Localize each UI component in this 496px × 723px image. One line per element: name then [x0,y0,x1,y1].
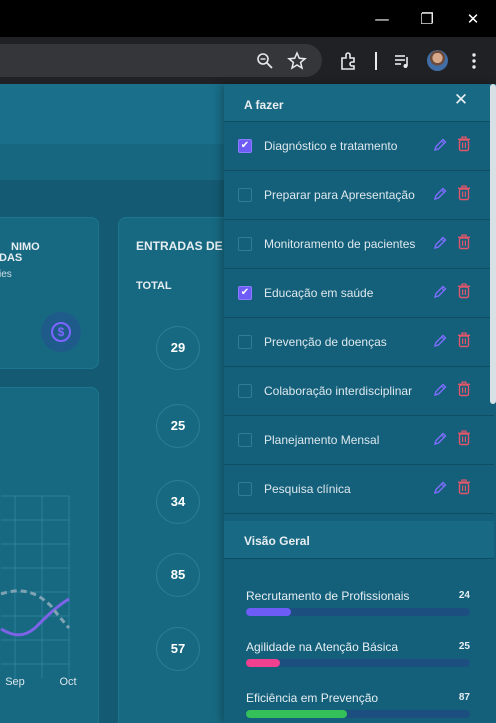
overview-header: Visão Geral [224,521,494,559]
task-item: Preparar para Apresentação [224,171,494,220]
edit-pencil-icon[interactable] [433,235,447,251]
edit-pencil-icon[interactable] [433,480,447,496]
task-label: Pesquisa clínica [264,482,351,496]
overview-title: Visão Geral [244,534,310,548]
entrada-value: 34 [156,480,200,524]
x-tick-oct: Oct [59,676,76,688]
overview-item: Agilidade na Atenção Básica 25 [246,640,470,680]
task-label: Colaboração interdisciplinar [264,384,413,398]
x-tick-sep: Sep [5,676,25,688]
overview-item: Eficiência em Prevenção 87 [246,691,470,723]
profile-avatar[interactable] [427,50,448,71]
overview-item-value: 25 [458,641,470,652]
minimize-icon[interactable]: — [371,8,393,30]
todo-panel: A fazer ✕ ✔ Diagnóstico e tratamento Prepa… [224,84,496,723]
overview-item: Recrutamento de Profissionais 24 [246,589,470,629]
edit-pencil-icon[interactable] [433,284,447,300]
entradas-total-label: TOTAL [136,280,172,292]
close-panel-icon[interactable]: ✕ [451,90,471,110]
delete-trash-icon[interactable] [457,136,471,152]
restore-icon[interactable]: ❐ [416,8,438,30]
chart-series-line [0,597,70,637]
zoom-icon[interactable] [255,51,275,71]
more-menu-icon[interactable] [464,51,484,71]
entrada-value: 57 [156,627,200,671]
task-checkbox[interactable]: ✔ [238,286,252,300]
progress-track [246,608,470,616]
task-checkbox[interactable] [238,335,252,349]
task-checkbox[interactable] [238,237,252,251]
entrada-value: 29 [156,326,200,370]
edit-pencil-icon[interactable] [433,382,447,398]
task-checkbox[interactable]: ✔ [238,139,252,153]
entrada-value: 85 [156,553,200,597]
progress-fill [246,608,291,616]
toolbar-separator [375,52,377,70]
edit-pencil-icon[interactable] [433,431,447,447]
minimum-card-subtitle: ies [0,269,12,280]
task-checkbox[interactable] [238,188,252,202]
delete-trash-icon[interactable] [457,430,471,446]
window-titlebar: — ❐ ✕ [0,0,496,37]
progress-fill [246,659,280,667]
dollar-icon: $ [41,312,81,352]
task-label: Monitoramento de pacientes [264,237,416,251]
delete-trash-icon[interactable] [457,283,471,299]
overview-item-label: Eficiência em Prevenção [246,691,379,705]
delete-trash-icon[interactable] [457,332,471,348]
task-label: Diagnóstico e tratamento [264,139,398,153]
bookmark-star-icon[interactable] [287,51,307,71]
todo-panel-header: A fazer ✕ [224,84,496,122]
panel-scrollbar[interactable] [490,84,496,404]
task-label: Prevenção de doenças [264,335,387,349]
task-item: Pesquisa clínica [224,465,494,514]
overview-item-label: Agilidade na Atenção Básica [246,640,399,654]
minimum-card: NIMO DAS ies $ [0,217,99,369]
line-chart-card: Sep Oct [0,387,99,723]
close-window-icon[interactable]: ✕ [462,8,484,30]
progress-track [246,659,470,667]
line-chart: Sep Oct [0,495,77,688]
edit-pencil-icon[interactable] [433,186,447,202]
progress-fill [246,710,347,718]
overview-item-label: Recrutamento de Profissionais [246,589,410,603]
delete-trash-icon[interactable] [457,234,471,250]
delete-trash-icon[interactable] [457,381,471,397]
edit-pencil-icon[interactable] [433,137,447,153]
task-item: ✔ Educação em saúde [224,269,494,318]
task-item: Monitoramento de pacientes [224,220,494,269]
task-item: Planejamento Mensal [224,416,494,465]
extensions-icon[interactable] [338,50,360,72]
task-label: Planejamento Mensal [264,433,380,447]
task-checkbox[interactable] [238,482,252,496]
todo-panel-title: A fazer [244,98,284,112]
task-label: Educação em saúde [264,286,374,300]
overview-item-value: 24 [458,590,470,601]
chart-series-dashed [0,589,71,629]
edit-pencil-icon[interactable] [433,333,447,349]
task-checkbox[interactable] [238,384,252,398]
overview-item-value: 87 [458,692,470,703]
task-item: Prevenção de doenças [224,318,494,367]
task-checkbox[interactable] [238,433,252,447]
task-item: Colaboração interdisciplinar [224,367,494,416]
progress-track [246,710,470,718]
entradas-title: ENTRADAS DE [136,239,223,253]
media-queue-icon[interactable] [392,51,412,71]
delete-trash-icon[interactable] [457,479,471,495]
entrada-value: 25 [156,404,200,448]
minimum-card-title: NIMO DAS [0,241,40,264]
task-item: ✔ Diagnóstico e tratamento [224,122,494,171]
delete-trash-icon[interactable] [457,185,471,201]
task-label: Preparar para Apresentação [264,188,415,202]
